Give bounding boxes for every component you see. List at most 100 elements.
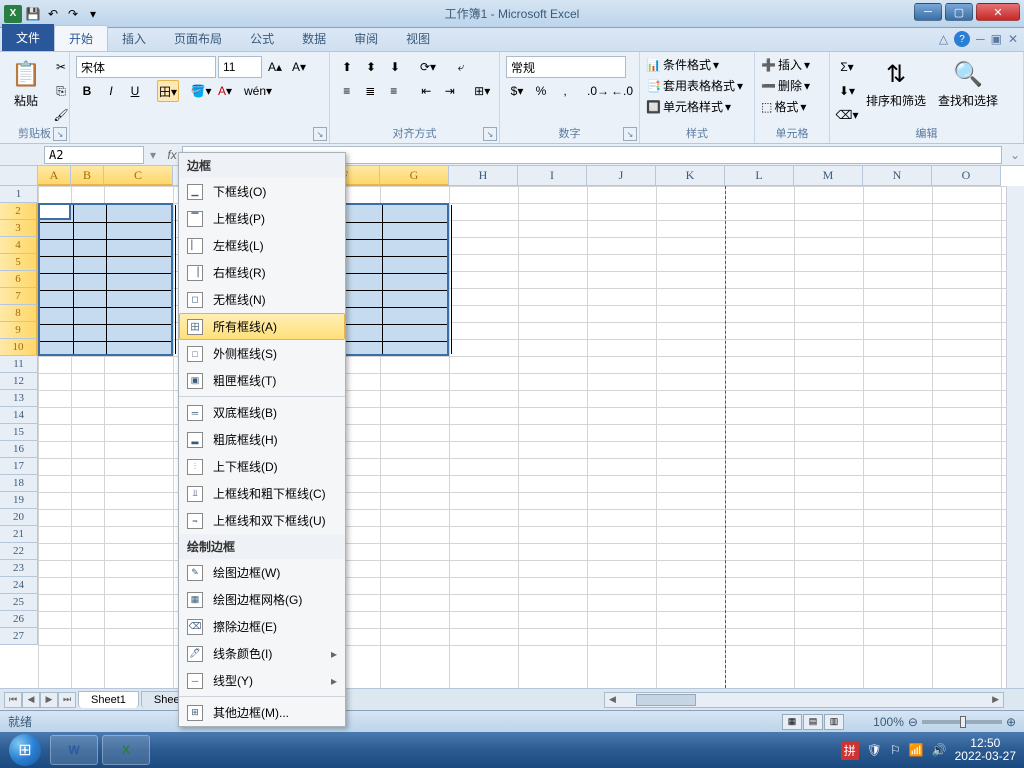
column-header-N[interactable]: N: [863, 166, 932, 186]
minimize-ribbon-icon[interactable]: △: [939, 32, 948, 46]
underline-button[interactable]: U: [124, 80, 146, 102]
tab-file[interactable]: 文件: [2, 24, 54, 51]
column-header-G[interactable]: G: [380, 166, 449, 186]
border-menu-item[interactable]: ▔上框线(P): [179, 205, 345, 232]
border-menu-item[interactable]: ✎绘图边框(W): [179, 559, 345, 586]
tab-insert[interactable]: 插入: [108, 26, 160, 51]
row-header-18[interactable]: 18: [0, 475, 38, 492]
row-header-3[interactable]: 3: [0, 220, 38, 237]
column-header-J[interactable]: J: [587, 166, 656, 186]
row-header-27[interactable]: 27: [0, 628, 38, 645]
tray-volume-icon[interactable]: 🔊: [932, 743, 947, 757]
column-header-B[interactable]: B: [71, 166, 104, 186]
formula-expand-icon[interactable]: ⌄: [1010, 148, 1020, 162]
row-header-2[interactable]: 2: [0, 203, 38, 220]
wrap-text-button[interactable]: ⤶: [450, 56, 472, 78]
format-cells-button[interactable]: ⬚ 格式 ▾: [761, 98, 823, 115]
border-menu-item[interactable]: ═双底框线(B): [179, 399, 345, 426]
row-header-13[interactable]: 13: [0, 390, 38, 407]
border-menu-item[interactable]: ─线型(Y): [179, 667, 345, 694]
row-header-14[interactable]: 14: [0, 407, 38, 424]
column-header-M[interactable]: M: [794, 166, 863, 186]
row-header-8[interactable]: 8: [0, 305, 38, 322]
zoom-out-button[interactable]: ⊖: [908, 715, 918, 729]
border-menu-item[interactable]: □外侧框线(S): [179, 340, 345, 367]
row-header-19[interactable]: 19: [0, 492, 38, 509]
row-header-11[interactable]: 11: [0, 356, 38, 373]
namebox-dropdown-icon[interactable]: ▾: [150, 148, 156, 162]
inc-decimal-button[interactable]: .0→: [587, 80, 609, 102]
row-header-23[interactable]: 23: [0, 560, 38, 577]
border-menu-item[interactable]: ▣粗匣框线(T): [179, 367, 345, 394]
row-header-25[interactable]: 25: [0, 594, 38, 611]
sheet-nav-first[interactable]: ⏮: [4, 692, 22, 708]
row-header-21[interactable]: 21: [0, 526, 38, 543]
row-header-5[interactable]: 5: [0, 254, 38, 271]
italic-button[interactable]: I: [100, 80, 122, 102]
border-menu-item[interactable]: ▏左框线(L): [179, 232, 345, 259]
wb-restore-icon[interactable]: ▣: [991, 32, 1002, 46]
redo-button[interactable]: ↷: [64, 5, 82, 23]
row-header-10[interactable]: 10: [0, 339, 38, 356]
border-menu-item[interactable]: ▦绘图边框网格(G): [179, 586, 345, 613]
border-menu-item[interactable]: 田所有框线(A): [179, 313, 345, 340]
row-header-7[interactable]: 7: [0, 288, 38, 305]
horizontal-scrollbar[interactable]: ◀ ▶: [604, 692, 1004, 708]
format-painter-button[interactable]: 🖌: [50, 104, 72, 126]
sheet-tab-Sheet1[interactable]: Sheet1: [78, 691, 139, 708]
sheet-nav-prev[interactable]: ◀: [22, 692, 40, 708]
shrink-font-button[interactable]: A▾: [288, 56, 310, 78]
sheet-nav-next[interactable]: ▶: [40, 692, 58, 708]
orientation-button[interactable]: ⟳▾: [417, 56, 439, 78]
font-color-button[interactable]: A▾: [214, 80, 236, 102]
help-icon[interactable]: ?: [954, 31, 970, 47]
close-button[interactable]: ✕: [976, 3, 1020, 21]
qat-customize-icon[interactable]: ▾: [84, 5, 102, 23]
row-header-12[interactable]: 12: [0, 373, 38, 390]
normal-view-button[interactable]: ▦: [782, 714, 802, 730]
phonetic-button[interactable]: wén▾: [247, 80, 269, 102]
merge-button[interactable]: ⊞▾: [471, 80, 493, 102]
dec-decimal-button[interactable]: ←.0: [611, 80, 633, 102]
align-left-button[interactable]: ≡: [336, 80, 358, 102]
page-layout-button[interactable]: ▤: [803, 714, 823, 730]
clear-button[interactable]: ⌫▾: [836, 104, 858, 126]
tab-formula[interactable]: 公式: [236, 26, 288, 51]
row-header-17[interactable]: 17: [0, 458, 38, 475]
indent-inc-button[interactable]: ⇥: [439, 80, 461, 102]
maximize-button[interactable]: ▢: [945, 3, 973, 21]
border-menu-item[interactable]: ◻无框线(N): [179, 286, 345, 313]
accounting-button[interactable]: $▾: [506, 80, 528, 102]
fill-color-button[interactable]: 🪣▾: [190, 80, 212, 102]
bold-button[interactable]: B: [76, 80, 98, 102]
row-header-24[interactable]: 24: [0, 577, 38, 594]
border-menu-item[interactable]: 🖊线条颜色(I): [179, 640, 345, 667]
tray-ime-icon[interactable]: 拼: [841, 741, 859, 760]
column-header-L[interactable]: L: [725, 166, 794, 186]
insert-cells-button[interactable]: ➕ 插入 ▾: [761, 56, 823, 73]
font-launcher-icon[interactable]: ↘: [313, 127, 327, 141]
percent-button[interactable]: %: [530, 80, 552, 102]
zoom-slider[interactable]: [922, 720, 1002, 724]
row-header-6[interactable]: 6: [0, 271, 38, 288]
task-excel[interactable]: X: [102, 735, 150, 765]
delete-cells-button[interactable]: ➖ 删除 ▾: [761, 77, 823, 94]
select-all-corner[interactable]: [0, 166, 38, 186]
save-button[interactable]: 💾: [24, 5, 42, 23]
vertical-scrollbar[interactable]: [1006, 186, 1024, 688]
cell-styles-button[interactable]: 🔲 单元格样式 ▾: [646, 98, 748, 115]
tray-network-icon[interactable]: 📶: [909, 743, 924, 757]
zoom-in-button[interactable]: ⊕: [1006, 715, 1016, 729]
border-menu-item[interactable]: ⫶上下框线(D): [179, 453, 345, 480]
align-middle-button[interactable]: ⬍: [360, 56, 382, 78]
row-header-16[interactable]: 16: [0, 441, 38, 458]
border-menu-item[interactable]: ▁下框线(O): [179, 178, 345, 205]
align-top-button[interactable]: ⬆: [336, 56, 358, 78]
task-word[interactable]: W: [50, 735, 98, 765]
column-header-A[interactable]: A: [38, 166, 71, 186]
border-menu-item[interactable]: ▂粗底框线(H): [179, 426, 345, 453]
row-header-26[interactable]: 26: [0, 611, 38, 628]
row-header-20[interactable]: 20: [0, 509, 38, 526]
start-button[interactable]: ⊞: [4, 734, 46, 766]
comma-button[interactable]: ,: [554, 80, 576, 102]
